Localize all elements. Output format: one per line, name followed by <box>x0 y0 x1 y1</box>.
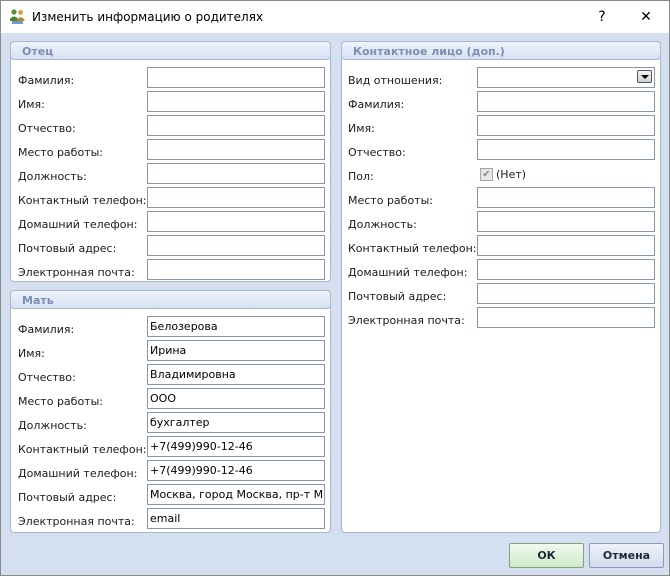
mother-position-field[interactable]: бухгалтер <box>147 412 325 433</box>
mother-lastname-label: Фамилия: <box>18 323 75 336</box>
mother-group-header: Мать <box>10 290 331 309</box>
mother-address-field[interactable]: Москва, город Москва, пр-т Мира, <box>147 484 325 505</box>
contact-workplace-label: Место работы: <box>348 194 433 207</box>
contact-patronymic-label: Отчество: <box>348 146 406 159</box>
contact-lastname-label: Фамилия: <box>348 98 405 111</box>
father-lastname-field[interactable] <box>147 67 325 88</box>
contact-address-label: Почтовый адрес: <box>348 290 447 303</box>
mother-firstname-label: Имя: <box>18 347 45 360</box>
father-firstname-field[interactable] <box>147 91 325 112</box>
contact-gender-label: Пол: <box>348 170 374 183</box>
contact-email-label: Электронная почта: <box>348 314 465 327</box>
title-bar: Изменить информацию о родителях ? ✕ <box>1 1 669 33</box>
mother-contact-phone-label: Контактный телефон: <box>18 443 147 456</box>
father-position-label: Должность: <box>18 170 87 183</box>
father-patronymic-field[interactable] <box>147 115 325 136</box>
contact-relation-label: Вид отношения: <box>348 74 443 87</box>
mother-email-field[interactable]: email <box>147 508 325 529</box>
mother-contact-phone-field[interactable]: +7(499)990-12-46 <box>147 436 325 457</box>
father-address-field[interactable] <box>147 235 325 256</box>
check-icon: ✔ <box>482 168 491 180</box>
contact-relation-combo[interactable] <box>477 67 655 88</box>
mother-patronymic-field[interactable]: Владимировна <box>147 364 325 385</box>
mother-workplace-label: Место работы: <box>18 395 103 408</box>
help-button[interactable]: ? <box>579 1 625 32</box>
mother-email-label: Электронная почта: <box>18 515 135 528</box>
dialog-window: Изменить информацию о родителях ? ✕ Отец… <box>0 0 670 576</box>
close-button[interactable]: ✕ <box>623 1 669 32</box>
father-contact-phone-label: Контактный телефон: <box>18 194 147 207</box>
dialog-body: Отец Фамилия: Имя: Отчество: Место работ… <box>1 33 669 575</box>
chevron-down-icon <box>640 74 649 79</box>
mother-firstname-field[interactable]: Ирина <box>147 340 325 361</box>
contact-position-label: Должность: <box>348 218 417 231</box>
contact-firstname-label: Имя: <box>348 122 375 135</box>
father-contact-phone-field[interactable] <box>147 187 325 208</box>
contact-email-field[interactable] <box>477 307 655 328</box>
father-home-phone-label: Домашний телефон: <box>18 218 138 231</box>
parents-app-icon <box>10 9 25 24</box>
mother-position-label: Должность: <box>18 419 87 432</box>
contact-firstname-field[interactable] <box>477 115 655 136</box>
father-email-field[interactable] <box>147 259 325 280</box>
father-workplace-field[interactable] <box>147 139 325 160</box>
contact-patronymic-field[interactable] <box>477 139 655 160</box>
mother-home-phone-field[interactable]: +7(499)990-12-46 <box>147 460 325 481</box>
gender-checkbox[interactable]: ✔ <box>480 168 493 181</box>
mother-patronymic-label: Отчество: <box>18 371 76 384</box>
father-firstname-label: Имя: <box>18 98 45 111</box>
contact-lastname-field[interactable] <box>477 91 655 112</box>
father-group-header: Отец <box>10 41 331 60</box>
contact-workplace-field[interactable] <box>477 187 655 208</box>
contact-contact-phone-field[interactable] <box>477 235 655 256</box>
father-address-label: Почтовый адрес: <box>18 242 117 255</box>
mother-workplace-field[interactable]: ООО <box>147 388 325 409</box>
father-lastname-label: Фамилия: <box>18 74 75 87</box>
father-position-field[interactable] <box>147 163 325 184</box>
contact-person-group: Контактное лицо (доп.) Вид отношения: Фа… <box>341 41 661 533</box>
gender-value-text: (Нет) <box>496 168 527 181</box>
father-group: Отец Фамилия: Имя: Отчество: Место работ… <box>10 41 331 282</box>
cancel-button[interactable]: Отмена <box>589 543 664 568</box>
mother-group: Мать Фамилия: Белозерова Имя: Ирина Отче… <box>10 290 331 533</box>
father-patronymic-label: Отчество: <box>18 122 76 135</box>
contact-position-field[interactable] <box>477 211 655 232</box>
relation-dropdown-button[interactable] <box>637 70 652 83</box>
contact-group-header: Контактное лицо (доп.) <box>341 41 661 60</box>
father-email-label: Электронная почта: <box>18 266 135 279</box>
mother-address-label: Почтовый адрес: <box>18 491 117 504</box>
window-title: Изменить информацию о родителях <box>32 10 264 24</box>
contact-contact-phone-label: Контактный телефон: <box>348 242 477 255</box>
mother-home-phone-label: Домашний телефон: <box>18 467 138 480</box>
father-home-phone-field[interactable] <box>147 211 325 232</box>
mother-lastname-field[interactable]: Белозерова <box>147 316 325 337</box>
father-workplace-label: Место работы: <box>18 146 103 159</box>
ok-button[interactable]: ОК <box>509 543 584 568</box>
contact-address-field[interactable] <box>477 283 655 304</box>
contact-home-phone-field[interactable] <box>477 259 655 280</box>
contact-home-phone-label: Домашний телефон: <box>348 266 468 279</box>
